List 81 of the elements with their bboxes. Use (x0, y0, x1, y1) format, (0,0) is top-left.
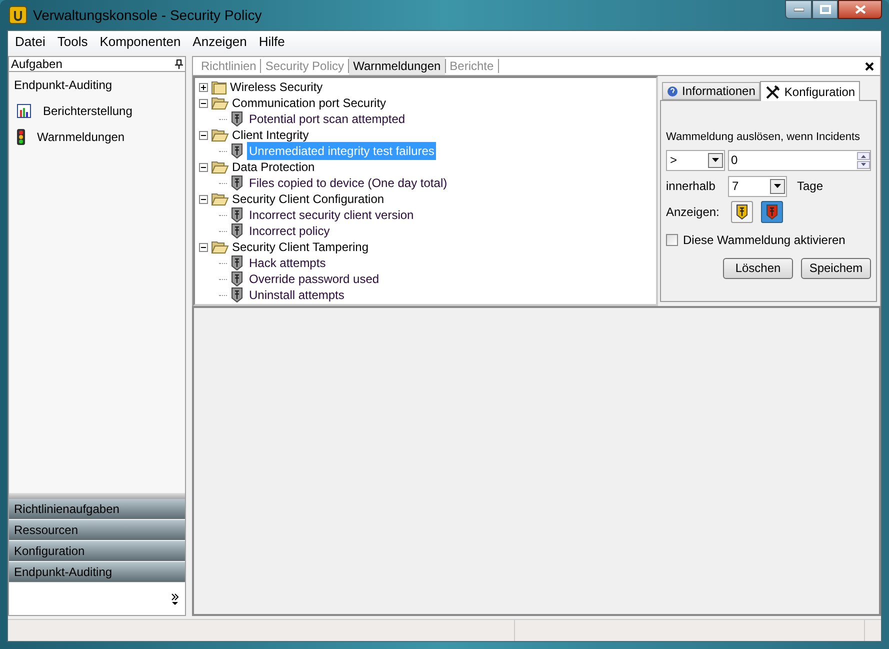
menu-item[interactable]: Tools (57, 32, 88, 52)
shield-icon (231, 143, 243, 159)
tree-item[interactable]: Security Client Configuration (232, 190, 384, 208)
tree-item[interactable]: Client Integrity (232, 126, 309, 144)
chevron-menu-icon[interactable] (171, 593, 179, 605)
shield-icon (231, 255, 243, 271)
nav-button[interactable]: Konfiguration (9, 541, 185, 562)
tree-item[interactable]: Override password used (247, 270, 382, 288)
dropdown[interactable]: > (666, 150, 725, 170)
traffic-light-icon (17, 129, 25, 145)
trigger-label: Wammeldung auslösen, wenn Incidents (666, 130, 862, 145)
panel-tab[interactable]: Informationen (662, 82, 760, 100)
tree-item[interactable]: Communication port Security (232, 94, 386, 112)
splitter-handle[interactable] (9, 493, 185, 499)
tree-item[interactable]: Incorrect policy (247, 222, 332, 240)
panel-title: Aufgaben (11, 56, 62, 73)
tree-item[interactable]: Files copied to device (One day total) (247, 174, 450, 192)
maximize-icon (820, 5, 830, 14)
severity-button[interactable] (761, 200, 784, 222)
checkbox[interactable] (666, 234, 678, 246)
panel-tab[interactable]: Konfiguration (760, 81, 860, 101)
tree-item[interactable]: Security Client Tampering (232, 238, 369, 256)
action-button[interactable]: Speichem (801, 258, 871, 278)
display-label: Anzeigen: (666, 204, 720, 220)
app-logo-icon (9, 6, 27, 24)
menu-item[interactable]: Komponenten (100, 32, 181, 52)
expand-icon[interactable] (199, 82, 208, 92)
tree-item[interactable]: Hack attempts (247, 254, 328, 272)
task-link[interactable]: Warnmeldungen (37, 128, 125, 146)
shield-icon (231, 207, 243, 223)
within-label: innerhalb (666, 178, 716, 195)
shield-icon (231, 287, 243, 303)
caret-icon (708, 152, 723, 168)
shield-icon (231, 175, 243, 191)
shield-icon (231, 223, 243, 239)
document-tab[interactable]: Warnmeldungen (349, 57, 445, 75)
tree-item[interactable]: Potential port scan attempted (247, 110, 408, 128)
close-icon (854, 5, 866, 14)
severity-button[interactable] (731, 200, 754, 222)
menu-item[interactable]: Anzeigen (192, 32, 247, 52)
nav-button[interactable]: Ressourcen (9, 520, 185, 541)
pin-icon[interactable] (175, 59, 183, 69)
days-label: Tage (797, 178, 824, 195)
nav-button[interactable]: Richtlinienaufgaben (9, 499, 185, 520)
checkbox-label: Diese Wammeldung aktivieren (683, 232, 846, 248)
open-folder-icon (211, 192, 229, 206)
open-folder-icon (211, 240, 229, 254)
open-folder-icon (211, 160, 229, 174)
task-link[interactable]: Berichterstellung (43, 102, 132, 120)
collapse-icon[interactable] (199, 98, 208, 108)
tree-item[interactable]: Incorrect security client version (247, 206, 416, 224)
tree-item[interactable]: Wireless Security (230, 78, 323, 96)
section-title: Endpunkt-Auditing (13, 77, 114, 94)
menu-item[interactable]: Hilfe (258, 32, 285, 52)
close-icon[interactable] (865, 62, 874, 70)
window-title: Verwaltungskonsole - Security Policy (33, 6, 262, 25)
help-icon (667, 86, 678, 96)
number-spinner[interactable]: 0 (728, 150, 871, 170)
close-button[interactable] (838, 0, 882, 19)
chart-icon (17, 104, 31, 118)
open-folder-icon (211, 128, 229, 142)
maximize-button[interactable] (812, 0, 838, 19)
collapse-icon[interactable] (199, 130, 208, 140)
collapse-icon[interactable] (199, 194, 208, 204)
tools-icon (765, 84, 782, 98)
shield-icon (231, 111, 243, 127)
folder-icon (211, 80, 227, 94)
minimize-button[interactable] (785, 0, 812, 19)
dropdown[interactable]: 7 (728, 176, 787, 196)
nav-button[interactable]: Endpunkt-Auditing (9, 562, 185, 583)
collapse-icon[interactable] (199, 162, 208, 172)
caret-icon (770, 178, 785, 194)
action-button[interactable]: Löschen (723, 258, 793, 278)
tree-item[interactable]: Uninstall attempts (247, 286, 346, 304)
shield-icon (231, 271, 243, 287)
collapse-icon[interactable] (199, 242, 208, 252)
tree-item[interactable]: Data Protection (232, 158, 315, 176)
minimize-icon (794, 8, 804, 12)
spinner-arrows-icon (857, 152, 870, 168)
open-folder-icon (211, 96, 229, 110)
menu-item[interactable]: Datei (15, 32, 46, 52)
